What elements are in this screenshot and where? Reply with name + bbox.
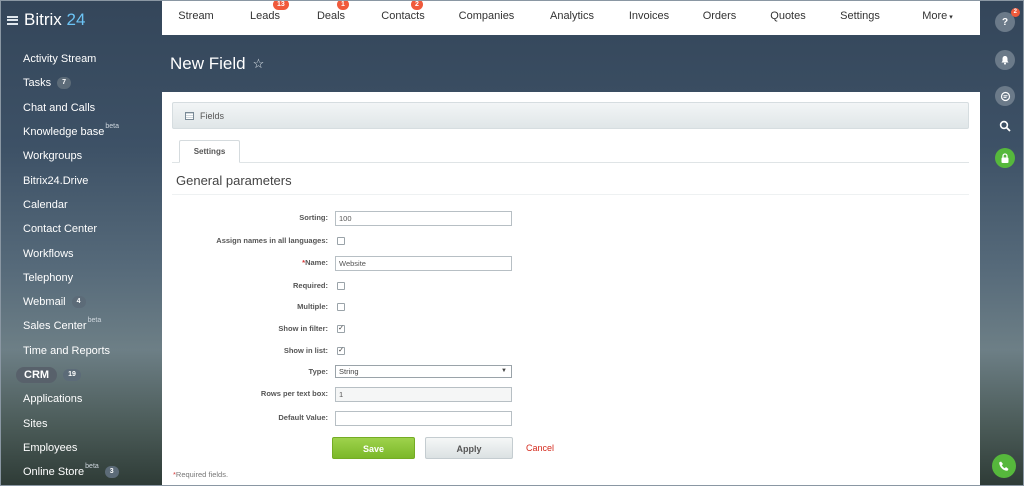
show-in-filter-checkbox[interactable]: ✓ [337,325,345,333]
crm-top-nav: Stream Leads 13 Deals 1 Contacts 2 Companie… [162,0,980,35]
row-type: Type: String ▼ [162,364,980,380]
row-show-in-list: Show in list: ✓ [162,343,980,359]
required-label: Required: [292,281,328,290]
chat-icon[interactable] [995,86,1015,106]
right-rail: ? 2 [984,0,1024,486]
multiple-label: Multiple: [297,302,328,311]
sidebar-item-online-store[interactable]: Online Store beta 3 [0,460,160,484]
nav-companies[interactable]: Companies [444,0,529,35]
search-icon[interactable] [995,116,1015,136]
section-heading: General parameters [176,173,292,188]
count-badge: 3 [104,466,119,479]
nav-quotes[interactable]: Quotes [756,0,820,35]
nav-analytics[interactable]: Analytics [529,0,615,35]
nav-settings[interactable]: Settings [820,0,900,35]
row-default-value: Default Value: [162,410,980,426]
field-editor-card: Fields Settings General parameters Sorti… [162,92,980,486]
type-select[interactable]: String ▼ [335,365,512,378]
type-label: Type: [308,367,328,376]
help-badge: 2 [1010,8,1020,17]
rows-input[interactable]: 1 [335,387,512,402]
sidebar-item-tasks[interactable]: Tasks 7 [0,71,160,95]
default-value-label: Default Value: [278,413,328,422]
tab-strip: Settings [172,140,969,163]
assign-names-label: Assign names in all languages: [216,236,328,245]
cancel-link[interactable]: Cancel [526,437,554,459]
row-multiple: Multiple: [162,299,980,315]
required-checkbox[interactable] [337,282,345,290]
tab-settings[interactable]: Settings [179,140,240,163]
show-in-filter-label: Show in filter: [278,324,328,333]
sidebar-item-activity-stream[interactable]: Activity Stream [0,47,160,71]
row-show-in-filter: Show in filter: ✓ [162,321,980,337]
sidebar-item-workgroups[interactable]: Workgroups [0,144,160,168]
nav-stream[interactable]: Stream [162,0,230,35]
row-assign-names: Assign names in all languages: [162,233,980,249]
multiple-checkbox[interactable] [337,303,345,311]
nav-invoices[interactable]: Invoices [615,0,683,35]
contacts-badge: 2 [411,0,423,10]
assign-names-checkbox[interactable] [337,237,345,245]
row-required: Required: [162,278,980,294]
leads-badge: 13 [273,0,289,10]
brand-name[interactable]: Bitrix 24 [24,10,85,30]
rows-label: Rows per text box: [260,389,328,398]
nav-more[interactable]: More ▾ [900,0,975,35]
show-in-list-label: Show in list: [283,346,328,355]
page-title: New Field ☆ [170,54,265,73]
menu-icon[interactable] [7,15,18,25]
divider [172,194,969,195]
chevron-down-icon: ▼ [501,368,507,374]
name-input[interactable]: Website [335,256,512,271]
deals-badge: 1 [337,0,349,10]
nav-leads[interactable]: Leads 13 [230,0,300,35]
nav-contacts[interactable]: Contacts 2 [362,0,444,35]
count-badge: 7 [57,77,72,90]
name-label: *Name: [302,258,328,267]
default-value-input[interactable] [335,411,512,426]
required-fields-note: *Required fields. [173,470,229,479]
sidebar-item-drive[interactable]: Bitrix24.Drive [0,168,160,192]
count-badge: 19 [63,369,81,381]
chevron-down-icon: ▾ [949,14,953,21]
sidebar-item-knowledge-base[interactable]: Knowledge base beta [0,120,160,144]
lock-icon[interactable] [995,148,1015,168]
save-button[interactable]: Save [332,437,415,459]
sidebar-item-employees[interactable]: Employees [0,436,160,460]
sorting-label: Sorting: [299,213,328,222]
list-icon [185,111,194,120]
sorting-input[interactable]: 100 [335,211,512,226]
help-icon[interactable]: ? 2 [995,8,1020,32]
show-in-list-checkbox[interactable]: ✓ [337,347,345,355]
fields-section-header[interactable]: Fields [172,102,969,129]
phone-icon[interactable] [992,454,1016,478]
count-badge: 4 [71,296,86,309]
star-icon[interactable]: ☆ [253,56,265,72]
row-name: *Name: Website [162,255,980,271]
apply-button[interactable]: Apply [425,437,513,459]
nav-deals[interactable]: Deals 1 [300,0,362,35]
logo: Bitrix 24 [7,10,85,30]
row-rows-per-text-box: Rows per text box: 1 [162,386,980,402]
bell-icon[interactable] [995,50,1015,70]
row-sorting: Sorting: 100 [162,210,980,226]
nav-orders[interactable]: Orders [683,0,756,35]
sidebar-item-chat-and-calls[interactable]: Chat and Calls [0,96,160,120]
